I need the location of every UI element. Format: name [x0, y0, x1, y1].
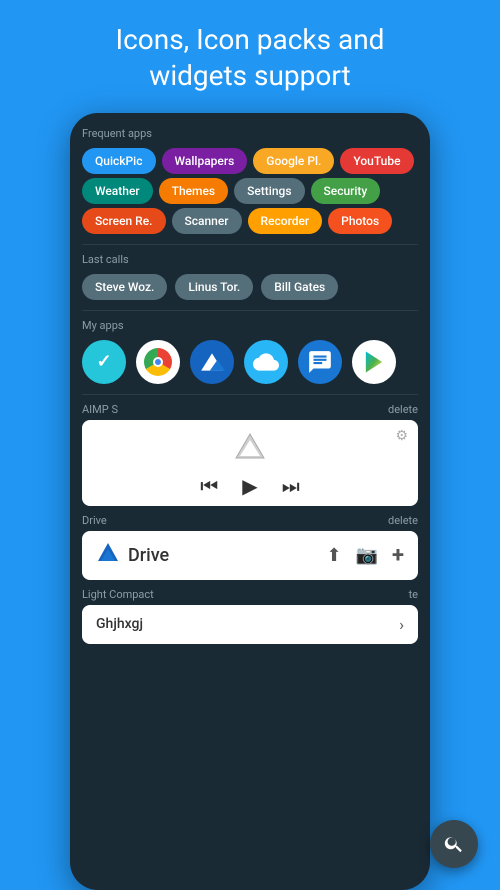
app-icon-chrome[interactable] [136, 340, 180, 384]
widget-drive-label: Drive [82, 514, 107, 527]
chevron-right-icon: › [399, 615, 404, 634]
widget-aimp-delete[interactable]: delete [388, 403, 418, 416]
app-icon-aimp[interactable]: ✓ [82, 340, 126, 384]
divider-1 [82, 244, 418, 245]
header-line2: widgets support [149, 59, 350, 92]
widget-light-row: Light Compact te [82, 588, 418, 601]
app-icon-mountains[interactable] [190, 340, 234, 384]
chip-recorder[interactable]: Recorder [248, 208, 323, 234]
next-button[interactable]: ⏭ [282, 474, 300, 498]
widget-aimp-row: AIMP S delete [82, 403, 418, 416]
chip-settings[interactable]: Settings [234, 178, 304, 204]
contact-stevewoz[interactable]: Steve Woz. [82, 274, 167, 300]
chips-row-2: Weather Themes Settings Security [82, 178, 418, 204]
play-button[interactable]: ▶ [242, 474, 257, 498]
drive-actions: ⬆ 📷 + [326, 543, 404, 568]
chip-themes[interactable]: Themes [159, 178, 228, 204]
chip-wallpapers[interactable]: Wallpapers [162, 148, 248, 174]
contact-billgates[interactable]: Bill Gates [261, 274, 338, 300]
drive-left: Drive [96, 541, 169, 570]
header-text: Icons, Icon packs and widgets support [86, 0, 415, 113]
contacts-row: Steve Woz. Linus Tor. Bill Gates [82, 274, 418, 300]
chip-weather[interactable]: Weather [82, 178, 153, 204]
chip-screenre[interactable]: Screen Re. [82, 208, 166, 234]
widget-drive-delete[interactable]: delete [388, 514, 418, 527]
aimp-logo [230, 428, 270, 468]
my-apps-label: My apps [82, 319, 418, 332]
widget-drive-row: Drive delete [82, 514, 418, 527]
app-icon-playstore[interactable] [352, 340, 396, 384]
camera-icon[interactable]: 📷 [356, 545, 378, 566]
app-icon-messages[interactable] [298, 340, 342, 384]
widget-light-label: Light Compact [82, 588, 154, 601]
chip-youtube[interactable]: YouTube [340, 148, 413, 174]
chip-google-play[interactable]: Google Pl. [253, 148, 334, 174]
add-icon[interactable]: + [392, 543, 404, 568]
divider-3 [82, 394, 418, 395]
chip-quickpic[interactable]: QuickPic [82, 148, 156, 174]
last-calls-label: Last calls [82, 253, 418, 266]
widget-light-delete[interactable]: te [409, 588, 418, 601]
widget-drive: Drive ⬆ 📷 + [82, 531, 418, 580]
widget-aimp: ⚙ ⏮ ▶ ⏭ [82, 420, 418, 506]
chip-scanner[interactable]: Scanner [172, 208, 242, 234]
gear-icon[interactable]: ⚙ [395, 428, 408, 444]
prev-button[interactable]: ⏮ [200, 474, 218, 498]
aimp-controls: ⏮ ▶ ⏭ [200, 474, 299, 498]
phone-container: Frequent apps QuickPic Wallpapers Google… [70, 113, 430, 890]
frequent-apps-label: Frequent apps [82, 127, 418, 140]
chip-security[interactable]: Security [311, 178, 381, 204]
widget-light: Ghjhxgj › [82, 605, 418, 644]
upload-icon[interactable]: ⬆ [326, 545, 341, 566]
divider-2 [82, 310, 418, 311]
light-content: Ghjhxgj [96, 616, 143, 632]
contact-linustor[interactable]: Linus Tor. [175, 274, 253, 300]
widget-aimp-label: AIMP S [82, 403, 118, 416]
fab-search[interactable] [430, 820, 478, 868]
header-line1: Icons, Icon packs and [116, 23, 385, 56]
chips-row-1: QuickPic Wallpapers Google Pl. YouTube [82, 148, 418, 174]
my-apps-icons: ✓ [82, 340, 418, 384]
drive-title: Drive [128, 545, 169, 566]
chip-photos[interactable]: Photos [328, 208, 392, 234]
app-icon-cloud[interactable] [244, 340, 288, 384]
drive-icon [96, 541, 120, 570]
chips-row-3: Screen Re. Scanner Recorder Photos [82, 208, 418, 234]
